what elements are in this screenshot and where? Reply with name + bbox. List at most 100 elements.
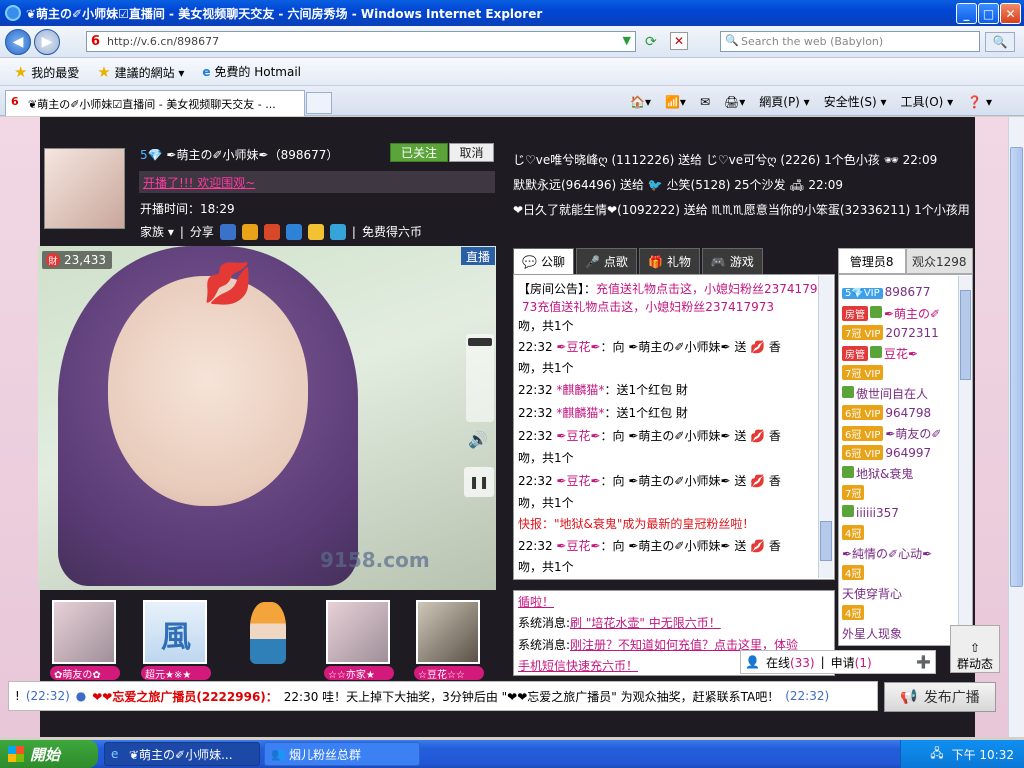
list-item[interactable]: 外星人现象	[842, 625, 902, 642]
tab-admins[interactable]: 管理员8	[838, 248, 906, 274]
share-sun-icon[interactable]	[307, 223, 324, 240]
publish-broadcast-button[interactable]: 📢 发布广播	[884, 682, 996, 712]
recommended-user-label[interactable]: ✿萌友の✿	[50, 666, 120, 680]
search-go-button[interactable]: 🔍	[985, 32, 1015, 52]
list-item[interactable]: 5💎VIP 898677	[842, 285, 930, 299]
back-button[interactable]: ◀	[5, 29, 31, 55]
add-user-icon[interactable]: ➕	[916, 655, 931, 669]
list-item[interactable]: 天使穿背心	[842, 585, 902, 602]
user-scroll-thumb[interactable]	[960, 290, 971, 380]
tab-song-request[interactable]: 🎤 点歌	[575, 248, 637, 274]
recommended-user-avatar[interactable]	[326, 600, 390, 664]
recommended-user-label[interactable]: 超元★※★	[141, 666, 211, 680]
notice-link[interactable]: 充值送礼物点击这，小媳妇粉丝2374179	[596, 282, 817, 296]
user-list[interactable]: 5💎VIP 898677 房管 ✒萌主の✐ 7冠 VIP 2072311 房管 豆花✒ …	[838, 274, 973, 646]
unfollow-button[interactable]: 取消	[449, 143, 494, 162]
stop-icon[interactable]: ✕	[670, 32, 688, 50]
share-paw-icon[interactable]	[285, 223, 302, 240]
home-icon[interactable]: 🏠▾	[630, 95, 651, 109]
tab-live-room[interactable]: 6 ❦萌主の✐小师妹☑直播间 - 美女视频聊天交友 - ...	[5, 90, 305, 116]
list-item[interactable]: 地狱&衰鬼	[842, 465, 913, 482]
task-group-window[interactable]: 👥 烟儿粉丝总群	[264, 742, 420, 766]
minimize-button[interactable]: _	[956, 3, 977, 24]
forward-button[interactable]: ▶	[34, 29, 60, 55]
feeds-icon[interactable]: 📶▾	[665, 95, 686, 109]
tools-menu[interactable]: 工具(O) ▾	[901, 93, 954, 110]
anchor-slogan[interactable]: 开播了!!! 欢迎围观~	[139, 171, 495, 193]
page-menu[interactable]: 網頁(P) ▾	[759, 93, 809, 110]
new-tab-button[interactable]	[306, 92, 332, 114]
list-item[interactable]: 傲世间自在人	[842, 385, 928, 402]
volume-icon[interactable]: 🔊	[468, 430, 488, 449]
chat-scrollbar[interactable]	[818, 276, 833, 578]
share-star-icon[interactable]	[241, 223, 258, 240]
video-player[interactable]: 💋	[38, 246, 496, 590]
search-input[interactable]: 🔍 Search the web (Babylon)	[720, 31, 980, 52]
address-bar[interactable]: 6 http://v.6.cn/898677 ▼	[86, 31, 636, 52]
page-scrollbar[interactable]	[1008, 117, 1024, 737]
recommended-user-avatar[interactable]	[416, 600, 480, 664]
online-tab[interactable]: 在线(33)	[766, 654, 815, 671]
tab-audience[interactable]: 观众1298	[905, 248, 973, 274]
scroll-thumb[interactable]	[1010, 147, 1023, 587]
recommended-user-label[interactable]: ☆☆亦家★	[324, 666, 394, 680]
tab-public-chat[interactable]: 💬 公聊	[513, 248, 574, 274]
refresh-icon[interactable]: ⟳	[645, 34, 657, 50]
chat-username[interactable]: ✒豆花✒	[556, 474, 600, 488]
share-renren-icon[interactable]	[219, 223, 236, 240]
favorites-button[interactable]: ★ 我的最愛	[14, 63, 79, 81]
recommended-user-avatar[interactable]: 風	[143, 600, 207, 664]
system-message[interactable]: 循啦！	[518, 593, 554, 610]
list-item[interactable]: 6冠 VIP 964798	[842, 405, 931, 420]
group-activity-button[interactable]: ⇧ 群动态	[950, 625, 1000, 673]
room-notice-cont[interactable]: 73充值送礼物点击这，小媳妇粉丝237417973	[522, 298, 774, 315]
public-chat-panel[interactable]: 【房间公告】：充值送礼物点击这，小媳妇粉丝2374179 73充值送礼物点击这，…	[513, 274, 835, 580]
suggested-sites-button[interactable]: ★ 建議的網站 ▾	[97, 63, 184, 81]
list-item[interactable]: ✒純情の✐心动✒	[842, 545, 932, 562]
list-item[interactable]: 4冠	[842, 565, 866, 580]
safety-menu[interactable]: 安全性(S) ▾	[824, 93, 887, 110]
list-item[interactable]: 房管 ✒萌主の✐	[842, 305, 940, 322]
list-item[interactable]: iiiiii357	[842, 505, 899, 520]
chat-username[interactable]: ✒豆花✒	[556, 539, 600, 553]
share-qzone-icon[interactable]	[329, 223, 346, 240]
list-item[interactable]: 4冠	[842, 605, 866, 620]
pause-button[interactable]: ❚❚	[464, 467, 494, 497]
list-item[interactable]: 4冠	[842, 525, 866, 540]
help-menu[interactable]: ❓ ▾	[967, 95, 992, 109]
system-message-link[interactable]: 刷 "培花水壶" 中无限六币！	[570, 616, 721, 630]
family-menu[interactable]: 家族 ▾	[140, 223, 174, 240]
volume-slider[interactable]	[466, 334, 494, 422]
list-item[interactable]: 房管 豆花✒	[842, 345, 918, 362]
chat-username[interactable]: *麒麟猫*	[556, 406, 604, 420]
chat-scroll-thumb[interactable]	[820, 521, 832, 561]
mail-icon[interactable]: ✉	[700, 95, 710, 109]
list-item[interactable]: 7冠 VIP 2072311	[842, 325, 939, 340]
tab-gifts[interactable]: 🎁 礼物	[638, 248, 700, 274]
broadcast-sender[interactable]: ❤❤忘爱之旅广播员(2222996)：	[92, 688, 278, 705]
chat-username[interactable]: ✒豆花✒	[556, 429, 600, 443]
close-button[interactable]: ✕	[1000, 3, 1021, 24]
print-icon[interactable]: 🖨▾	[724, 95, 745, 109]
recommended-user-avatar[interactable]	[52, 600, 116, 664]
share-bookmark-icon[interactable]	[263, 223, 280, 240]
maximize-button[interactable]: □	[978, 3, 999, 24]
tab-games[interactable]: 🎮 游戏	[701, 248, 763, 274]
list-item[interactable]: 6冠 VIP 964997	[842, 445, 931, 460]
chat-username[interactable]: ✒豆花✒	[556, 340, 600, 354]
network-icon[interactable]: 🖧	[930, 744, 943, 765]
task-ie-window[interactable]: e ❦萌主の✐小师妹...	[104, 742, 260, 766]
apply-tab[interactable]: 申请(1)	[831, 654, 872, 671]
recommended-user-label[interactable]: ☆豆花☆☆	[414, 666, 484, 680]
start-button[interactable]: 開始	[0, 740, 98, 768]
system-message[interactable]: 手机短信快速充六币！	[518, 657, 638, 674]
list-item[interactable]: 7冠	[842, 485, 866, 500]
free-coins-link[interactable]: 免费得六币	[362, 223, 422, 240]
chat-username[interactable]: *麒麟猫*	[556, 383, 604, 397]
list-item[interactable]: 6冠 VIP ✒萌友の✐	[842, 425, 942, 442]
volume-knob[interactable]	[468, 338, 492, 346]
follow-button[interactable]: 已关注	[390, 143, 448, 162]
list-item[interactable]: 7冠 VIP	[842, 365, 885, 380]
hotmail-link[interactable]: e 免費的 Hotmail	[202, 63, 301, 80]
shield-icon[interactable]: ▼	[623, 34, 631, 47]
